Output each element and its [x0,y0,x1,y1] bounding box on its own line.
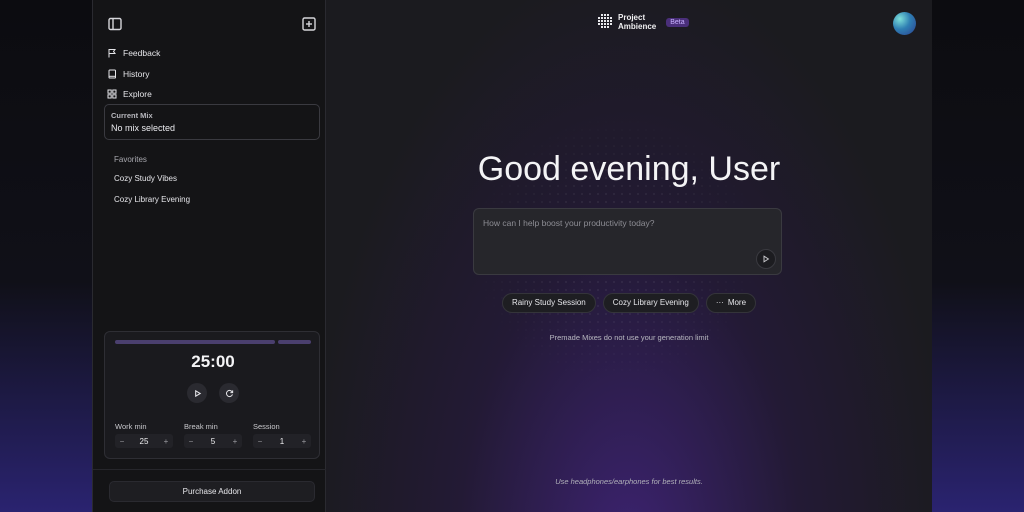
progress-segment-work [115,340,275,344]
favorites-list: Cozy Study Vibes Cozy Library Evening [114,172,190,213]
sidebar-toggle-icon[interactable] [107,16,123,32]
premade-mixes-note: Premade Mixes do not use your generation… [549,333,709,342]
work-min-control: − 25 + [115,434,173,448]
brand-name-line2: Ambience [618,22,657,31]
prompt-box [473,208,782,275]
headphones-note: Use headphones/earphones for best result… [555,477,703,486]
book-icon [108,69,116,79]
app-window: Feedback History Explore Current Mix No … [92,0,932,512]
sidebar-item-label: Feedback [123,48,161,59]
increment-button[interactable]: + [159,437,173,446]
sidebar-item-history[interactable]: History [107,64,307,85]
sidebar-item-label: Explore [123,89,152,100]
outer-background-right [932,0,1024,512]
outer-background-left [0,0,92,512]
break-min-value: 5 [210,436,216,446]
current-mix-value: No mix selected [111,123,176,133]
decrement-button[interactable]: − [253,437,267,446]
chip-more[interactable]: ··· More [705,293,757,313]
brand: Project Ambience Beta [596,13,689,31]
session-value: 1 [279,436,285,446]
work-min-value: 25 [139,436,149,446]
break-min-stepper: Break min − 5 + [184,422,242,448]
pomodoro-timer-card: 25:00 Work min − 25 + Break min − 5 + Se… [104,331,320,459]
decrement-button[interactable]: − [115,437,129,446]
increment-button[interactable]: + [297,437,311,446]
main-panel: Project Ambience Beta Good evening, User… [326,0,932,512]
brand-name-line1: Project [618,13,646,22]
sidebar: Feedback History Explore Current Mix No … [93,0,326,512]
grid-icon [107,89,117,99]
work-min-stepper: Work min − 25 + [115,422,173,448]
sidebar-divider [93,469,326,470]
refresh-icon [225,389,233,397]
send-icon [763,255,770,263]
new-mix-icon[interactable] [301,16,317,32]
favorites-heading: Favorites [114,155,147,164]
favorite-item[interactable]: Cozy Library Evening [114,193,190,214]
flag-icon [108,49,116,58]
purchase-addon-button[interactable]: Purchase Addon [109,481,315,502]
greeting-heading: Good evening, User [477,150,781,188]
session-label: Session [253,422,280,431]
chip-more-label: More [727,298,747,307]
reset-button[interactable] [219,383,239,403]
progress-segment-break [278,340,311,344]
more-dots-icon: ··· [715,298,724,307]
favorite-item[interactable]: Cozy Study Vibes [114,172,190,193]
sidebar-item-label: History [123,68,150,79]
session-control: − 1 + [253,434,311,448]
decrement-button[interactable]: − [184,437,198,446]
current-mix-card[interactable]: Current Mix No mix selected [104,104,320,140]
work-min-label: Work min [115,422,147,431]
play-button[interactable] [187,383,207,403]
send-button[interactable] [756,249,776,269]
sidebar-nav: Feedback History Explore [107,43,307,105]
play-icon [194,389,201,397]
project-ambience-logo-icon [598,14,612,28]
break-min-control: − 5 + [184,434,242,448]
session-stepper: Session − 1 + [253,422,311,448]
sidebar-item-explore[interactable]: Explore [107,84,307,105]
beta-badge: Beta [666,17,689,27]
break-min-label: Break min [184,422,218,431]
avatar[interactable] [893,12,916,35]
timer-display: 25:00 [191,352,235,371]
suggestion-chips: Rainy Study Session Cozy Library Evening… [326,293,932,313]
timer-progress-bar [115,340,311,344]
chip-rainy-study-session[interactable]: Rainy Study Session [501,293,596,313]
prompt-input[interactable] [483,218,753,228]
brand-name: Project Ambience [618,13,656,31]
chip-cozy-library-evening[interactable]: Cozy Library Evening [602,293,699,313]
sidebar-item-feedback[interactable]: Feedback [107,43,307,64]
current-mix-label: Current Mix [111,111,153,120]
increment-button[interactable]: + [228,437,242,446]
